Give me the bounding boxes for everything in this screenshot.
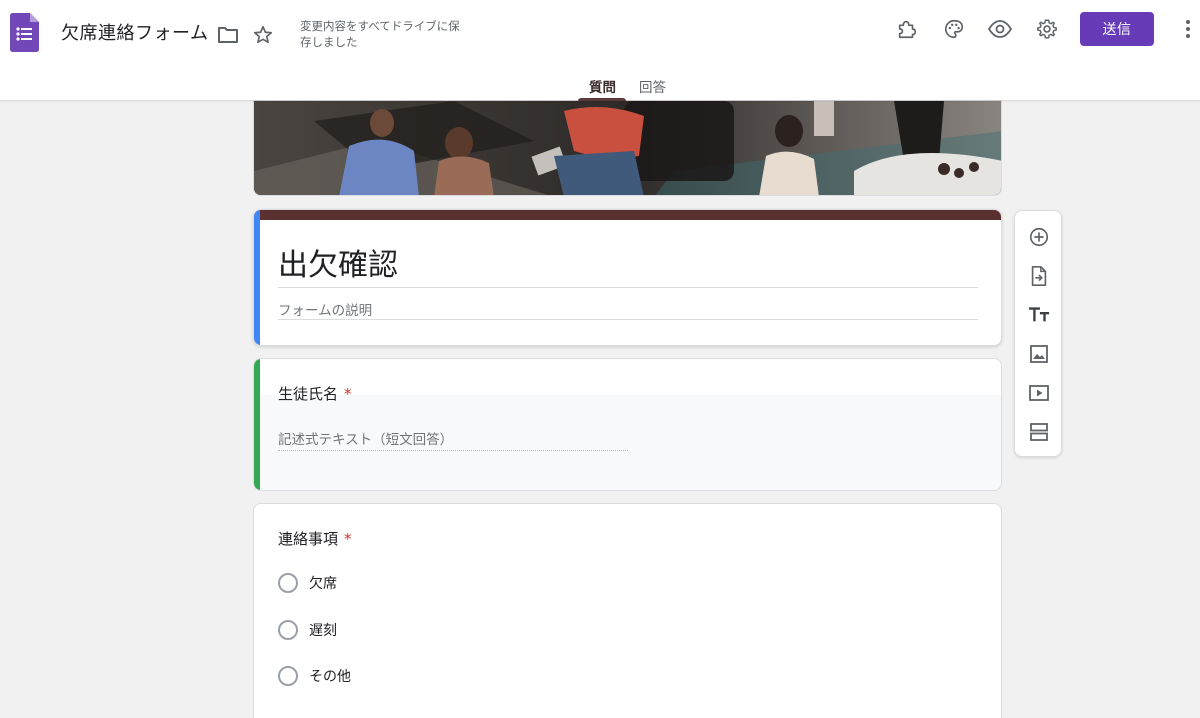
radio-option[interactable]: 遅刻 (278, 620, 337, 640)
radio-circle-icon[interactable] (278, 666, 298, 686)
add-section-icon[interactable] (1027, 420, 1051, 444)
floating-toolbar (1014, 210, 1062, 457)
add-image-icon[interactable] (1027, 342, 1051, 366)
required-mark: * (344, 530, 352, 548)
required-mark: * (344, 385, 352, 403)
answer-underline (278, 450, 628, 451)
folder-icon[interactable] (216, 23, 240, 47)
radio-option[interactable]: 欠席 (278, 573, 337, 593)
import-questions-icon[interactable] (1027, 264, 1051, 288)
save-status: 変更内容をすべてドライブに保存しました (300, 19, 460, 49)
question-title[interactable]: 連絡事項 * (278, 528, 352, 549)
question-title-text: 生徒氏名 (278, 385, 339, 403)
question-title[interactable]: 生徒氏名 * (278, 383, 352, 404)
settings-gear-icon[interactable] (1035, 17, 1059, 41)
option-label: その他 (309, 669, 351, 685)
radio-circle-icon[interactable] (278, 573, 298, 593)
description-underline (278, 319, 978, 320)
tab-bar: 質問 回答 (0, 70, 1200, 100)
document-title[interactable]: 欠席連絡フォーム (61, 19, 208, 45)
add-video-icon[interactable] (1027, 381, 1051, 405)
short-answer-placeholder: 記述式テキスト（短文回答） (278, 432, 454, 448)
title-underline (278, 287, 978, 288)
form-description-input[interactable]: フォームの説明 (278, 299, 372, 319)
add-question-icon[interactable] (1027, 225, 1051, 249)
option-label: 欠席 (309, 576, 337, 592)
question-card-student-name[interactable]: 生徒氏名 * 記述式テキスト（短文回答） (253, 358, 1002, 491)
more-vert-icon[interactable] (1176, 17, 1200, 41)
question-accent-bar (254, 359, 260, 490)
question-card-notice[interactable]: 連絡事項 * 欠席 遅刻 その他 (253, 503, 1002, 718)
tab-responses[interactable]: 回答 (639, 76, 666, 96)
palette-icon[interactable] (942, 17, 966, 41)
preview-eye-icon[interactable] (988, 17, 1012, 41)
form-title[interactable]: 出欠確認 (278, 240, 398, 284)
send-button[interactable]: 送信 (1080, 12, 1154, 46)
form-title-card[interactable]: 出欠確認 フォームの説明 (253, 209, 1002, 346)
star-icon[interactable] (251, 23, 275, 47)
add-title-icon[interactable] (1027, 303, 1051, 327)
tab-questions[interactable]: 質問 (589, 76, 616, 96)
radio-circle-icon[interactable] (278, 620, 298, 640)
addon-puzzle-icon[interactable] (895, 17, 919, 41)
theme-color-bar (254, 210, 1001, 220)
question-title-text: 連絡事項 (278, 530, 339, 548)
header-image (253, 100, 1002, 196)
option-label: 遅刻 (309, 623, 337, 639)
active-card-indicator (254, 210, 260, 345)
active-tab-indicator (578, 98, 626, 101)
radio-option[interactable]: その他 (278, 666, 351, 686)
forms-app-icon[interactable] (10, 13, 39, 52)
app-header: 欠席連絡フォーム 変更内容をすべてドライブに保存しました 送信 質問 回答 (0, 0, 1200, 100)
